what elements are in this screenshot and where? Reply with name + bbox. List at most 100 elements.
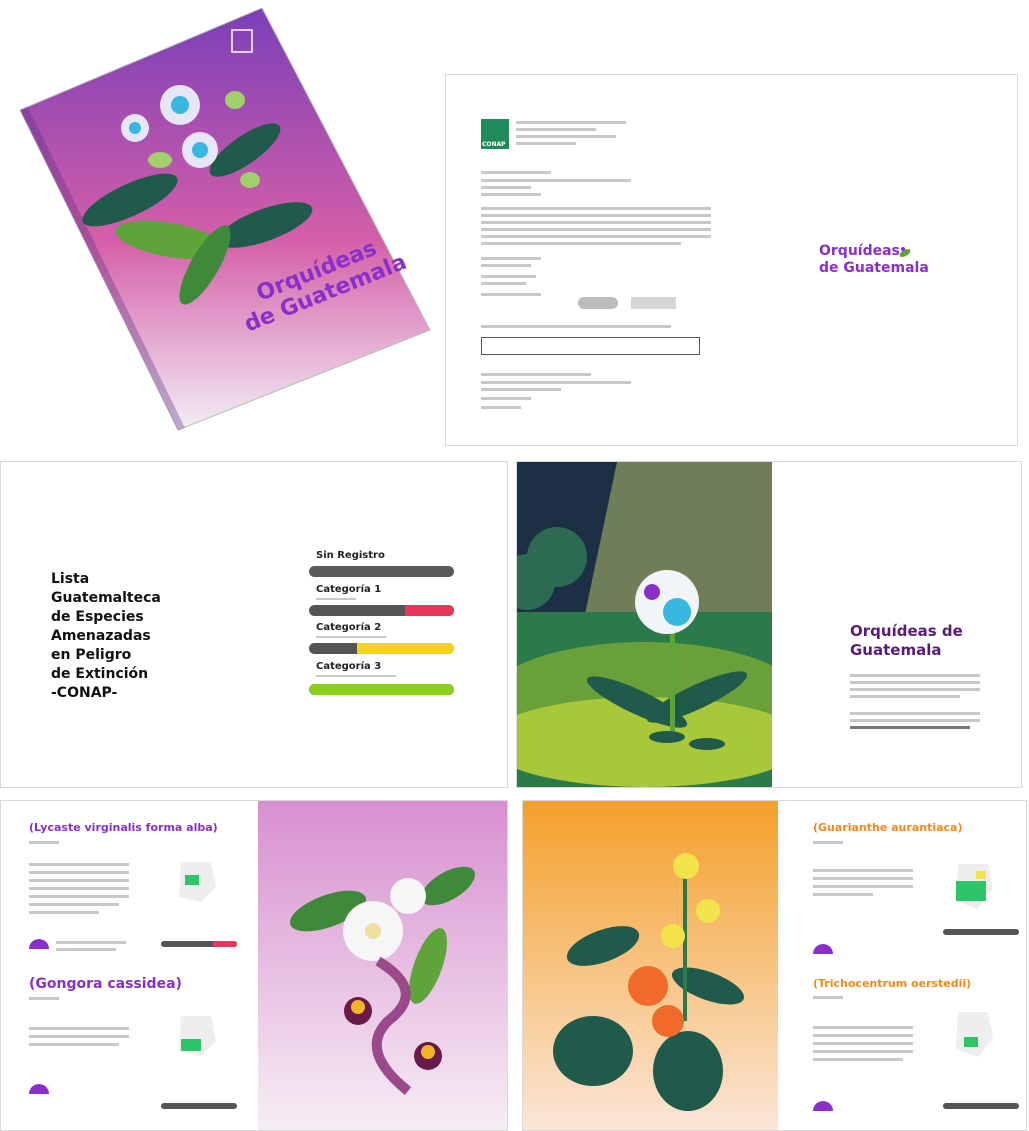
category-caption — [316, 598, 356, 600]
heading-line: de Extinción — [51, 666, 149, 682]
habit-icon — [29, 1084, 49, 1094]
credits-text-line — [516, 135, 616, 138]
credits-text-line — [481, 207, 711, 210]
species-status-bar — [943, 929, 1019, 935]
intro-page: Orquídeas de Guatemala — [516, 461, 1022, 788]
partner-logo — [631, 297, 676, 309]
credits-page: CONAP Orquídeas de Guatemala — [445, 74, 1018, 446]
credits-text-line — [481, 373, 591, 376]
credits-right-title: Orquídeas de Guatemala — [819, 243, 929, 277]
conap-logo: CONAP — [481, 119, 509, 149]
species-text-line — [813, 1058, 903, 1061]
intro-text-line — [850, 681, 980, 684]
category-label: Sin Registro — [316, 550, 385, 561]
species-text-line — [813, 841, 843, 844]
intro-title: Orquídeas de Guatemala — [850, 622, 963, 660]
credits-text-line — [516, 121, 626, 124]
heading-line: Lista — [51, 571, 90, 587]
category-bar-3 — [309, 684, 454, 695]
species-spread-left: (Lycaste virginalis forma alba) (Gongora… — [0, 800, 508, 1131]
credits-text-line — [481, 406, 521, 409]
credits-text-line — [481, 228, 711, 231]
intro-text-line — [850, 712, 980, 715]
species-title: (Lycaste virginalis forma alba) — [29, 821, 218, 834]
species-text-line — [813, 893, 873, 896]
species-spread-right: (Guarianthe aurantiaca) (Trichocentrum o… — [522, 800, 1027, 1131]
species-text-line — [29, 1027, 129, 1030]
conap-logo-text: CONAP — [482, 141, 506, 148]
species-text-line — [29, 903, 119, 906]
species-text-line — [813, 885, 913, 888]
credits-text-line — [481, 388, 561, 391]
credits-text-line — [481, 275, 536, 278]
heading-line: -CONAP- — [51, 685, 118, 701]
species-text-line — [813, 1034, 913, 1037]
bar-segment-red — [213, 941, 237, 947]
credits-text-line — [481, 193, 541, 196]
species-text-line — [813, 1026, 913, 1029]
usac-logo — [578, 297, 618, 309]
species-text-line — [813, 996, 843, 999]
bar-segment-yellow — [357, 643, 454, 654]
credits-text-line — [481, 186, 531, 189]
species-text-line — [29, 911, 99, 914]
heading-line: Amenazadas — [51, 628, 151, 644]
credits-text-line — [481, 221, 711, 224]
species-text-line — [29, 997, 59, 1000]
intro-illustration — [517, 462, 772, 787]
category-caption — [316, 636, 386, 638]
intro-text-line — [850, 688, 980, 691]
heading-line: de Especies — [51, 609, 144, 625]
isbn-box — [481, 337, 700, 355]
guatemala-map — [171, 857, 221, 907]
species-text-line — [813, 1050, 913, 1053]
category-caption — [316, 675, 396, 677]
credits-text-line — [481, 381, 631, 384]
species-text-line — [56, 948, 116, 951]
credits-text-line — [481, 179, 631, 182]
heading-line: Guatemalteca — [51, 590, 161, 606]
species-title: (Gongora cassidea) — [29, 976, 182, 992]
intro-title-line1: Orquídeas de — [850, 622, 963, 640]
leaf-icon — [898, 243, 912, 257]
species-status-bar — [161, 941, 237, 947]
credits-text-line — [481, 264, 531, 267]
species-illustration — [258, 801, 507, 1130]
guatemala-map — [171, 1011, 221, 1061]
cover-booklet: Orquídeas de Guatemala — [0, 0, 440, 450]
cover-illustration — [19, 7, 431, 431]
category-bar-sin-registro — [309, 566, 454, 577]
category-label: Categoría 1 — [316, 584, 382, 595]
category-bar-2 — [309, 643, 454, 654]
species-text-line — [29, 1043, 119, 1046]
category-bar-1 — [309, 605, 454, 616]
intro-text-line — [850, 719, 980, 722]
species-text-line — [29, 871, 129, 874]
bar-segment-green — [309, 684, 454, 695]
bar-segment-red — [405, 605, 454, 616]
credits-text-line — [481, 235, 711, 238]
species-status-bar — [943, 1103, 1019, 1109]
category-label: Categoría 3 — [316, 661, 382, 672]
species-text-line — [29, 1035, 129, 1038]
credits-text-line — [516, 142, 576, 145]
credits-text-line — [516, 128, 596, 131]
guatemala-map — [948, 1007, 998, 1062]
intro-title-line2: Guatemala — [850, 641, 942, 659]
habit-icon — [29, 939, 49, 949]
category-label: Categoría 2 — [316, 622, 382, 633]
habit-icon — [813, 944, 833, 954]
intro-text-line — [850, 726, 970, 729]
guatemala-map — [948, 859, 998, 914]
species-text-line — [813, 869, 913, 872]
habit-icon — [813, 1101, 833, 1111]
credits-text-line — [481, 282, 526, 285]
species-title: (Trichocentrum oerstedii) — [813, 977, 972, 990]
species-text-line — [56, 941, 126, 944]
species-text-line — [29, 841, 59, 844]
species-text-line — [29, 887, 129, 890]
credits-text-line — [481, 325, 671, 328]
intro-text-line — [850, 695, 960, 698]
credits-text-line — [481, 171, 551, 174]
species-title: (Guarianthe aurantiaca) — [813, 821, 963, 834]
